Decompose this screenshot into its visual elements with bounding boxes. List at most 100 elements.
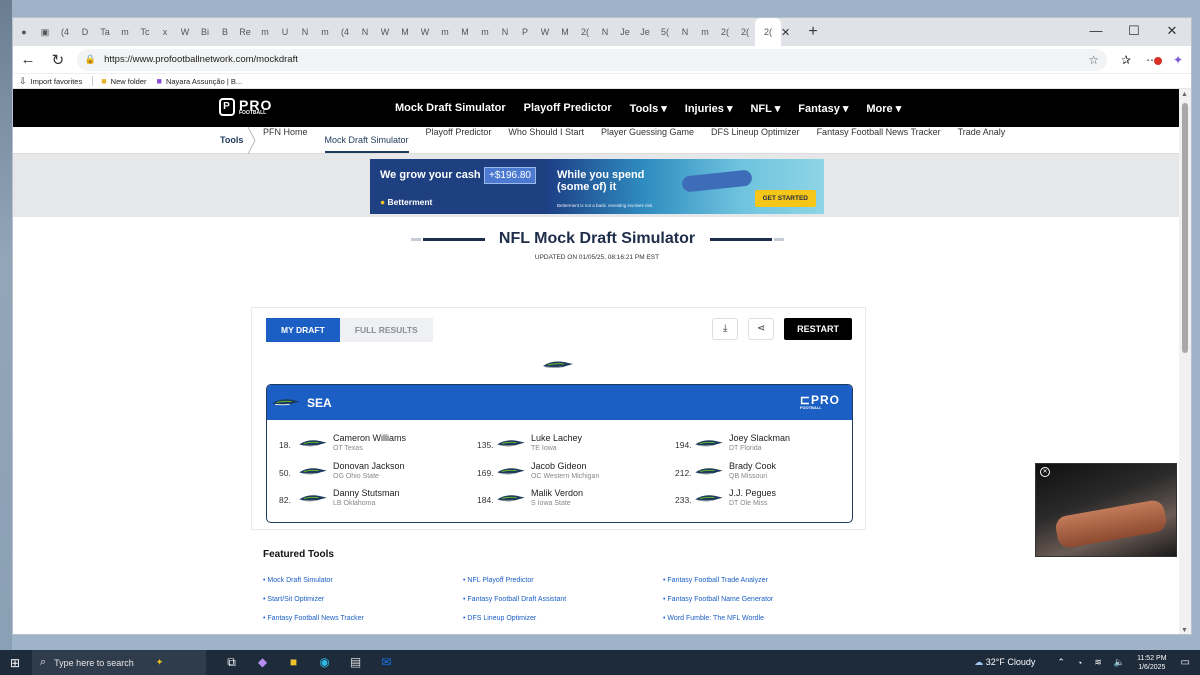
tab-item[interactable]: m: [695, 18, 715, 46]
favorite-page[interactable]: ■ Nayara Assunção | B...: [157, 76, 243, 86]
tab-item[interactable]: M: [395, 18, 415, 46]
tab-item[interactable]: M: [555, 18, 575, 46]
copilot-app-icon[interactable]: ◆: [247, 655, 278, 670]
tab-active[interactable]: 2(: [755, 18, 781, 46]
tab-item[interactable]: P: [515, 18, 535, 46]
main-nav-item[interactable]: Playoff Predictor: [524, 102, 612, 114]
tab-my-draft[interactable]: MY DRAFT: [266, 318, 340, 342]
floating-video-player[interactable]: ✕: [1035, 463, 1177, 557]
tab-item[interactable]: (4: [55, 18, 75, 46]
tab-item[interactable]: U: [275, 18, 295, 46]
tab-item[interactable]: m: [315, 18, 335, 46]
outlook-icon[interactable]: ✉: [371, 655, 402, 670]
subnav-item[interactable]: Who Should I Start: [508, 127, 584, 153]
tab-item[interactable]: W: [375, 18, 395, 46]
subnav-item[interactable]: Playoff Predictor: [426, 127, 492, 153]
new-tab-icon[interactable]: +: [803, 23, 823, 41]
tab-item[interactable]: 2(: [735, 18, 755, 46]
windows-start-icon[interactable]: ⊞: [0, 656, 30, 670]
subnav-root[interactable]: Tools: [220, 135, 243, 145]
close-tab-icon[interactable]: ✕: [781, 26, 795, 39]
ad-cta-button[interactable]: GET STARTED: [754, 190, 816, 207]
download-icon[interactable]: ⤓: [712, 318, 739, 340]
tab-item[interactable]: N: [595, 18, 615, 46]
featured-link[interactable]: • Mock Draft Simulator: [263, 577, 333, 584]
featured-link[interactable]: • Word Fumble: The NFL Wordle: [663, 615, 764, 622]
scroll-up-icon[interactable]: ▲: [1181, 91, 1188, 98]
subnav-item[interactable]: Mock Draft Simulator: [324, 135, 409, 153]
subnav-item[interactable]: Trade Analy: [958, 127, 1006, 153]
more-icon[interactable]: ⋯: [1139, 53, 1165, 67]
subnav-item[interactable]: Fantasy Football News Tracker: [817, 127, 941, 153]
tab-item[interactable]: x: [155, 18, 175, 46]
taskbar-search[interactable]: ⌕ Type here to search ✦: [32, 650, 206, 675]
network-icon[interactable]: ◔: [1077, 658, 1082, 668]
featured-link[interactable]: • Start/Sit Optimizer: [263, 596, 324, 603]
featured-link[interactable]: • Fantasy Football News Tracker: [263, 615, 364, 622]
main-nav-item[interactable]: More ▾: [866, 102, 901, 115]
tab-item[interactable]: W: [535, 18, 555, 46]
scroll-down-icon[interactable]: ▼: [1181, 627, 1188, 634]
tab-item[interactable]: B: [215, 18, 235, 46]
clock[interactable]: 11:52 PM 1/6/2025: [1137, 654, 1166, 672]
back-icon[interactable]: ←: [13, 51, 43, 68]
subnav-item[interactable]: DFS Lineup Optimizer: [711, 127, 800, 153]
tab-item[interactable]: N: [355, 18, 375, 46]
tab-item[interactable]: 2(: [575, 18, 595, 46]
tab-item[interactable]: N: [495, 18, 515, 46]
main-nav-item[interactable]: NFL ▾: [750, 102, 780, 115]
url-field[interactable]: 🔒 https://www.profootballnetwork.com/moc…: [76, 48, 1107, 71]
tab-item[interactable]: Ta: [95, 18, 115, 46]
featured-link[interactable]: • Fantasy Football Trade Analyzer: [663, 577, 768, 584]
share-icon[interactable]: ⋖: [748, 318, 775, 340]
close-video-icon[interactable]: ✕: [1040, 467, 1050, 477]
tab-item[interactable]: Je: [635, 18, 655, 46]
favorites-icon[interactable]: ✰: [1113, 53, 1139, 67]
tab-item[interactable]: N: [675, 18, 695, 46]
tab-item[interactable]: Je: [615, 18, 635, 46]
subnav-item[interactable]: Player Guessing Game: [601, 127, 694, 153]
main-nav-item[interactable]: Injuries ▾: [685, 102, 733, 115]
tab-full-results[interactable]: FULL RESULTS: [339, 318, 433, 342]
edge-icon[interactable]: ◉: [309, 655, 340, 670]
tab-item[interactable]: W: [415, 18, 435, 46]
maximize-icon[interactable]: ☐: [1115, 18, 1153, 46]
favorite-star-icon[interactable]: ☆: [1088, 53, 1099, 67]
tab-item[interactable]: N: [295, 18, 315, 46]
task-view-icon[interactable]: ⧉: [216, 655, 247, 670]
tab-item[interactable]: (4: [335, 18, 355, 46]
betterment-ad[interactable]: We grow your cash +$196.80 ● Betterment …: [370, 159, 824, 214]
tab-item[interactable]: 2(: [715, 18, 735, 46]
file-explorer-icon[interactable]: ■: [278, 655, 309, 670]
tab-actions-icon[interactable]: ▣: [35, 18, 55, 46]
subnav-item[interactable]: PFN Home: [263, 127, 308, 153]
copilot-icon[interactable]: ✦: [1165, 53, 1191, 67]
tab-item[interactable]: m: [435, 18, 455, 46]
main-nav-item[interactable]: Mock Draft Simulator: [395, 102, 506, 114]
tab-item[interactable]: Tc: [135, 18, 155, 46]
close-window-icon[interactable]: ✕: [1153, 18, 1191, 46]
tab-item[interactable]: Re: [235, 18, 255, 46]
volume-icon[interactable]: 🔈: [1114, 657, 1125, 668]
scroll-thumb[interactable]: [1182, 103, 1188, 353]
notifications-icon[interactable]: ▭: [1181, 657, 1190, 668]
main-nav-item[interactable]: Fantasy ▾: [798, 102, 848, 115]
tab-item[interactable]: 5(: [655, 18, 675, 46]
wifi-icon[interactable]: ≋: [1094, 657, 1102, 668]
tab-item[interactable]: W: [175, 18, 195, 46]
main-nav-item[interactable]: Tools ▾: [630, 102, 667, 115]
store-icon[interactable]: ▤: [340, 655, 371, 670]
profile-icon[interactable]: ●: [13, 18, 35, 46]
tab-item[interactable]: m: [255, 18, 275, 46]
chevron-up-icon[interactable]: ⌃: [1057, 657, 1065, 668]
featured-link[interactable]: • NFL Playoff Predictor: [463, 577, 534, 584]
tab-item[interactable]: Bi: [195, 18, 215, 46]
refresh-icon[interactable]: ↻: [43, 51, 73, 69]
minimize-icon[interactable]: —: [1077, 18, 1115, 46]
tab-item[interactable]: M: [455, 18, 475, 46]
restart-button[interactable]: RESTART: [784, 318, 852, 340]
lock-icon[interactable]: 🔒: [85, 54, 96, 65]
favorite-import[interactable]: ⇩ Import favorites: [19, 76, 82, 87]
featured-link[interactable]: • DFS Lineup Optimizer: [463, 615, 536, 622]
weather-widget[interactable]: ☁ 32°F Cloudy: [974, 657, 1035, 668]
